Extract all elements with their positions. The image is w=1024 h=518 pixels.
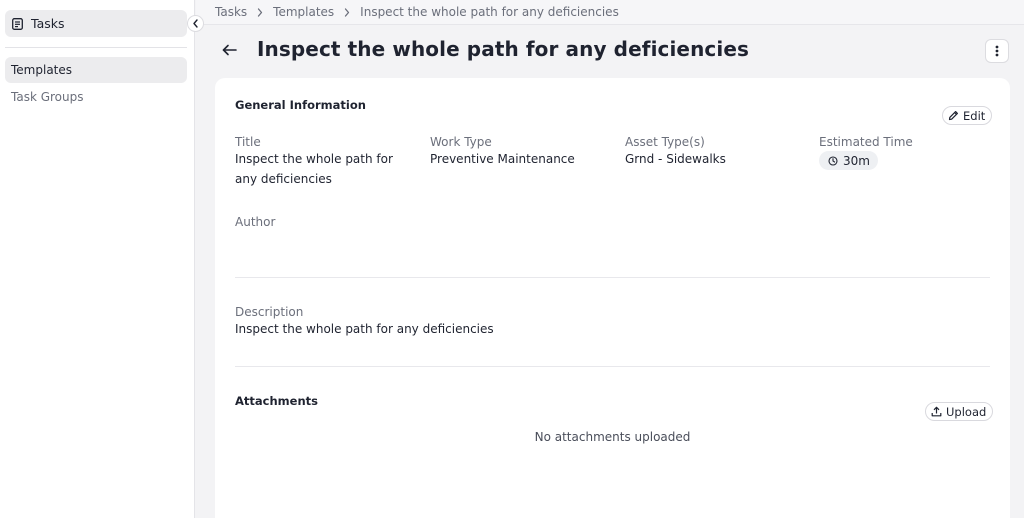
task-template-card: General Information Edit Title Inspect t…	[215, 78, 1010, 518]
upload-button[interactable]: Upload	[925, 402, 994, 421]
breadcrumb: Tasks Templates Inspect the whole path f…	[196, 0, 1024, 25]
description-label: Description	[235, 305, 304, 319]
sidebar-divider	[5, 47, 187, 48]
clock-icon	[828, 155, 843, 166]
edit-button[interactable]: Edit	[942, 106, 993, 125]
estimated-time-label: Estimated Time	[819, 135, 913, 149]
description-value: Inspect the whole path for any deficienc…	[235, 322, 494, 336]
chevron-right-icon	[344, 7, 350, 17]
back-button[interactable]	[219, 40, 239, 60]
asset-types-value: Grnd - Sidewalks	[625, 152, 726, 166]
vertical-dots-icon	[995, 45, 999, 57]
upload-icon	[931, 406, 946, 417]
sidebar-tasks-header[interactable]: Tasks	[5, 10, 187, 37]
title-label: Title	[235, 135, 261, 149]
collapse-sidebar-button[interactable]	[187, 15, 204, 32]
sidebar-item-label: Task Groups	[11, 90, 84, 104]
pencil-icon	[948, 110, 963, 121]
sidebar-item-templates[interactable]: Templates	[5, 57, 187, 83]
author-label: Author	[235, 215, 276, 229]
estimated-time-badge: 30m	[819, 151, 878, 170]
sidebar-tasks-label: Tasks	[31, 16, 65, 31]
section-divider	[235, 366, 990, 367]
work-type-label: Work Type	[430, 135, 492, 149]
estimated-time-value: 30m	[843, 153, 870, 168]
asset-types-label: Asset Type(s)	[625, 135, 705, 149]
breadcrumb-templates[interactable]: Templates	[273, 5, 334, 19]
breadcrumb-tasks[interactable]: Tasks	[215, 5, 247, 19]
attachments-empty-message: No attachments uploaded	[534, 430, 691, 444]
chevron-left-icon	[192, 19, 199, 28]
chevron-right-icon	[257, 7, 263, 17]
edit-label: Edit	[963, 108, 986, 123]
upload-label: Upload	[946, 404, 987, 419]
breadcrumb-current: Inspect the whole path for any deficienc…	[360, 5, 619, 19]
page-title: Inspect the whole path for any deficienc…	[257, 37, 750, 61]
clipboard-icon	[12, 17, 23, 30]
sidebar-item-task-groups[interactable]: Task Groups	[5, 84, 187, 110]
title-value: Inspect the whole path for any deficienc…	[235, 152, 393, 186]
attachments-title: Attachments	[235, 394, 318, 408]
general-information-title: General Information	[235, 98, 366, 112]
app-window: Tasks Templates Task Groups Tasks Templa…	[0, 0, 1024, 518]
more-options-button[interactable]	[985, 39, 1009, 63]
sidebar: Tasks Templates Task Groups	[0, 0, 195, 518]
arrow-left-icon	[222, 44, 237, 56]
section-divider	[235, 277, 990, 278]
work-type-value: Preventive Maintenance	[430, 152, 575, 166]
sidebar-item-label: Templates	[11, 63, 73, 77]
